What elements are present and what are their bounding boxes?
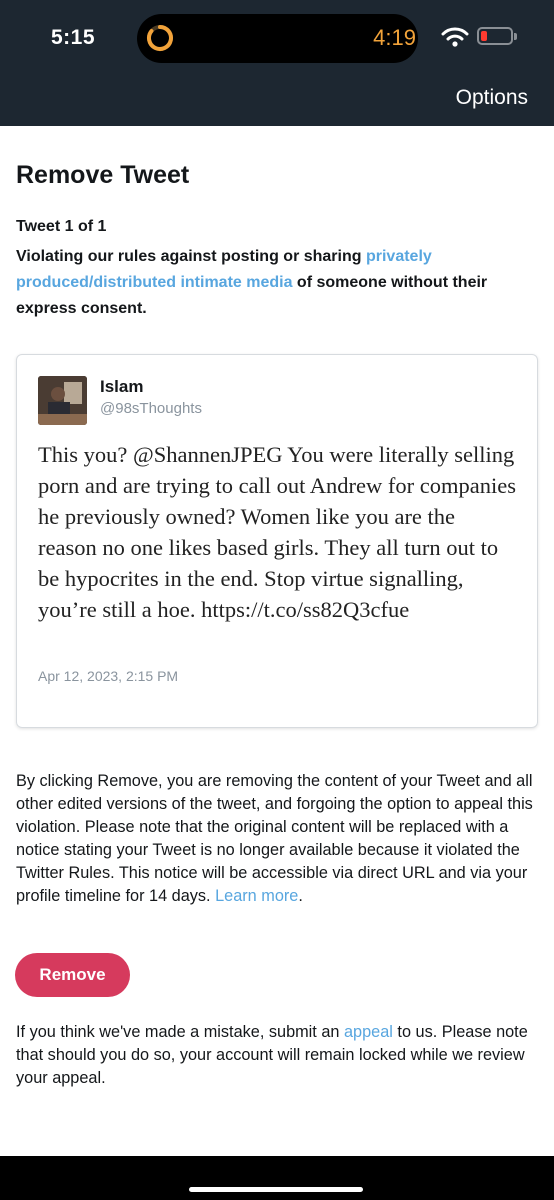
- top-bar: 5:15 4:19 Options: [0, 0, 554, 126]
- violation-prefix: Violating our rules against posting or s…: [16, 248, 366, 265]
- home-indicator[interactable]: [189, 1187, 363, 1192]
- removal-explanation: By clicking Remove, you are removing the…: [16, 770, 538, 908]
- violation-text: Violating our rules against posting or s…: [16, 244, 536, 322]
- appeal-link[interactable]: appeal: [344, 1023, 393, 1041]
- appeal-prefix: If you think we've made a mistake, submi…: [16, 1023, 344, 1041]
- wifi-icon: [441, 27, 469, 47]
- tweet-date: Apr 12, 2023, 2:15 PM: [38, 668, 179, 684]
- battery-level: [481, 31, 487, 41]
- timer-icon: [147, 25, 173, 51]
- battery-icon: [477, 27, 513, 45]
- appeal-notice: If you think we've made a mistake, submi…: [16, 1021, 538, 1090]
- timer-text: 4:19: [373, 25, 416, 50]
- explanation-period: .: [298, 887, 303, 905]
- battery-cap: [514, 33, 517, 40]
- tweet-card: Islam @98sThoughts This you? @ShannenJPE…: [16, 354, 538, 728]
- tweet-count: Tweet 1 of 1: [16, 218, 107, 235]
- bottom-bar: [0, 1156, 554, 1200]
- avatar: [38, 376, 87, 425]
- author-handle: @98sThoughts: [100, 400, 202, 417]
- status-time: 5:15: [51, 26, 96, 49]
- tweet-text: This you? @ShannenJPEG You were literall…: [38, 442, 516, 622]
- author-name: Islam: [100, 377, 144, 396]
- learn-more-link[interactable]: Learn more: [215, 887, 298, 905]
- options-button[interactable]: Options: [456, 86, 528, 110]
- avatar-photo: [38, 376, 87, 425]
- remove-button[interactable]: Remove: [15, 953, 130, 997]
- dynamic-island: 4:19: [137, 14, 418, 63]
- page-title: Remove Tweet: [16, 161, 190, 189]
- explanation-text: By clicking Remove, you are removing the…: [16, 772, 533, 905]
